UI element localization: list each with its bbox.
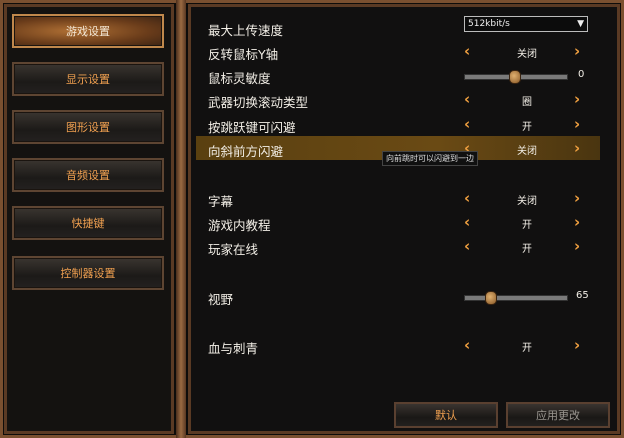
setting-label: 鼠标灵敏度 <box>208 71 271 86</box>
chevron-right-icon[interactable]: › <box>574 212 580 232</box>
chevron-down-icon: ▼ <box>577 19 584 29</box>
sidebar-item-audio-settings[interactable]: 音频设置 <box>12 158 164 192</box>
setting-row-jump-dodge: 按跳跃键可闪避 ‹ 开 › <box>196 114 600 136</box>
upload-speed-dropdown[interactable]: 512kbit/s ▼ <box>464 16 588 32</box>
dropdown-value: 512kbit/s <box>468 19 510 29</box>
sidebar-item-label: 显示设置 <box>66 73 110 86</box>
chevron-left-icon[interactable]: ‹ <box>464 335 470 355</box>
setting-value: 圈 <box>522 97 532 108</box>
setting-label: 游戏内教程 <box>208 218 271 233</box>
setting-row-subtitles: 字幕 ‹ 关闭 › <box>196 188 600 210</box>
setting-row-blood-tattoo: 血与刺青 ‹ 开 › <box>196 335 600 357</box>
setting-label: 按跳跃键可闪避 <box>208 120 296 135</box>
setting-value: 开 <box>522 220 532 231</box>
chevron-right-icon[interactable]: › <box>574 89 580 109</box>
slider-thumb[interactable] <box>509 70 521 84</box>
setting-label: 最大上传速度 <box>208 23 284 38</box>
chevron-left-icon[interactable]: ‹ <box>464 188 470 208</box>
sidebar-item-controller-settings[interactable]: 控制器设置 <box>12 256 164 290</box>
setting-value: 开 <box>522 244 532 255</box>
setting-row-player-online: 玩家在线 ‹ 开 › <box>196 236 600 258</box>
setting-row-tutorial: 游戏内教程 ‹ 开 › <box>196 212 600 234</box>
sidebar-item-label: 图形设置 <box>66 121 110 134</box>
chevron-right-icon[interactable]: › <box>574 138 580 158</box>
setting-label: 视野 <box>208 292 234 307</box>
chevron-right-icon[interactable]: › <box>574 335 580 355</box>
setting-row-mouse-sensitivity: 鼠标灵敏度 0 <box>196 65 600 87</box>
setting-value: 开 <box>522 343 532 354</box>
mouse-sensitivity-slider[interactable] <box>464 70 568 84</box>
slider-value: 0 <box>578 69 585 80</box>
setting-label: 反转鼠标Y轴 <box>208 47 279 62</box>
setting-row-upload-speed: 最大上传速度 512kbit/s ▼ <box>196 16 600 39</box>
panel-divider <box>176 0 186 438</box>
sidebar-item-label: 控制器设置 <box>60 267 116 280</box>
setting-label: 向斜前方闪避 <box>208 144 284 159</box>
sidebar-item-hotkeys[interactable]: 快捷键 <box>12 206 164 240</box>
setting-row-weapon-switch: 武器切换滚动类型 ‹ 圈 › <box>196 89 600 111</box>
setting-label: 血与刺青 <box>208 341 259 356</box>
sidebar-item-label: 游戏设置 <box>66 25 110 38</box>
setting-row-invert-mouse-y: 反转鼠标Y轴 ‹ 关闭 › <box>196 41 600 63</box>
chevron-left-icon[interactable]: ‹ <box>464 212 470 232</box>
setting-value: 关闭 <box>517 146 537 157</box>
chevron-right-icon[interactable]: › <box>574 188 580 208</box>
setting-label: 武器切换滚动类型 <box>208 95 309 110</box>
fov-slider[interactable] <box>464 291 568 305</box>
sidebar-item-label: 快捷键 <box>71 217 105 230</box>
chevron-left-icon[interactable]: ‹ <box>464 236 470 256</box>
setting-label: 字幕 <box>208 194 234 209</box>
tooltip: 向前跳时可以闪避到一边 <box>382 151 478 166</box>
chevron-right-icon[interactable]: › <box>574 114 580 134</box>
slider-value: 65 <box>576 290 589 301</box>
apply-changes-button[interactable]: 应用更改 <box>506 402 610 428</box>
setting-value: 开 <box>522 122 532 133</box>
default-button-label: 默认 <box>435 409 457 422</box>
setting-row-fov: 视野 65 <box>196 286 600 308</box>
setting-label: 玩家在线 <box>208 242 259 257</box>
apply-button-label: 应用更改 <box>536 409 580 422</box>
chevron-left-icon[interactable]: ‹ <box>464 114 470 134</box>
sidebar-item-graphics-settings[interactable]: 图形设置 <box>12 110 164 144</box>
chevron-left-icon[interactable]: ‹ <box>464 89 470 109</box>
chevron-right-icon[interactable]: › <box>574 236 580 256</box>
setting-value: 关闭 <box>517 196 537 207</box>
chevron-right-icon[interactable]: › <box>574 41 580 61</box>
default-button[interactable]: 默认 <box>394 402 498 428</box>
chevron-left-icon[interactable]: ‹ <box>464 41 470 61</box>
slider-thumb[interactable] <box>485 291 497 305</box>
sidebar-item-game-settings[interactable]: 游戏设置 <box>12 14 164 48</box>
sidebar-item-label: 音频设置 <box>66 169 110 182</box>
setting-value: 关闭 <box>517 49 537 60</box>
sidebar-item-display-settings[interactable]: 显示设置 <box>12 62 164 96</box>
